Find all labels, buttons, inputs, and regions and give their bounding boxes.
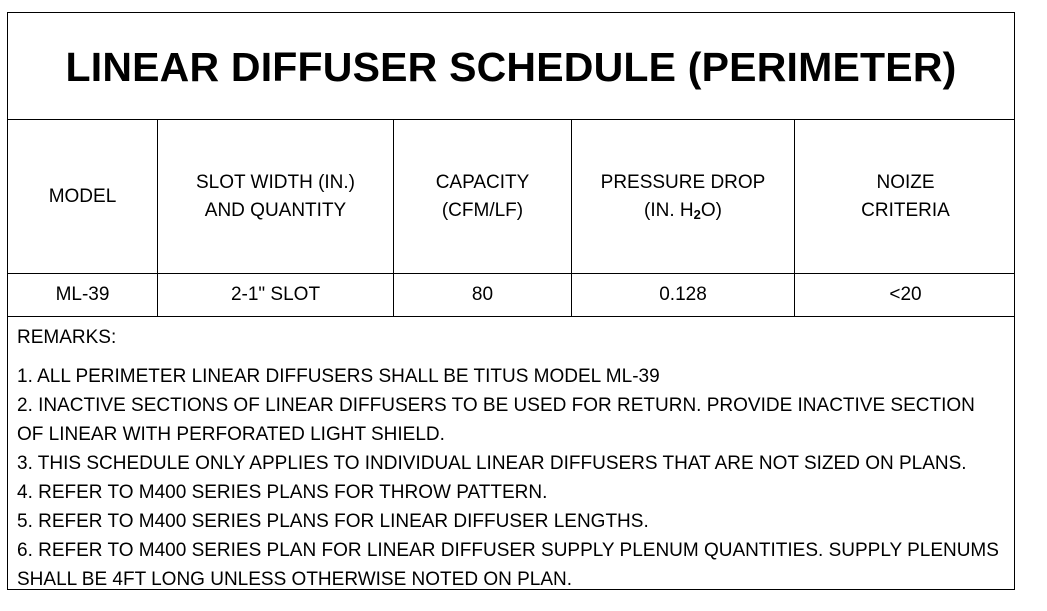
- header-pressure-pre: (IN. H: [644, 199, 694, 221]
- header-noise-line1: NOIZE: [876, 171, 935, 193]
- remark-line: 5. REFER TO M400 SERIES PLANS FOR LINEAR…: [17, 511, 649, 532]
- remark-line: 2. INACTIVE SECTIONS OF LINEAR DIFFUSERS…: [17, 395, 975, 416]
- cell-slot: 2-1" SLOT: [157, 274, 393, 316]
- remark-line: 3. THIS SCHEDULE ONLY APPLIES TO INDIVID…: [17, 453, 967, 474]
- header-capacity-line2: (CFM/LF): [441, 199, 524, 221]
- remark-line: 6. REFER TO M400 SERIES PLAN FOR LINEAR …: [17, 540, 999, 561]
- header-noise-criteria: NOIZE CRITERIA: [794, 120, 1016, 273]
- header-slot-line1: SLOT WIDTH (IN.): [195, 171, 356, 193]
- remark-line: 1. ALL PERIMETER LINEAR DIFFUSERS SHALL …: [17, 366, 660, 387]
- cell-model: ML-39: [55, 284, 110, 305]
- header-slot-line2: AND QUANTITY: [204, 199, 347, 221]
- remark-line: OF LINEAR WITH PERFORATED LIGHT SHIELD.: [17, 424, 445, 445]
- remarks-section: REMARKS: 1. ALL PERIMETER LINEAR DIFFUSE…: [8, 317, 1014, 594]
- header-slot-width: SLOT WIDTH (IN.) AND QUANTITY: [157, 120, 393, 273]
- cell-pressure: 0.128: [571, 274, 794, 316]
- cell-capacity: 80: [393, 274, 571, 316]
- header-pressure-line1: PRESSURE DROP: [600, 171, 766, 193]
- header-model: MODEL: [8, 120, 157, 273]
- header-capacity-line1: CAPACITY: [435, 171, 530, 193]
- schedule-table: LINEAR DIFFUSER SCHEDULE (PERIMETER) MOD…: [7, 12, 1015, 590]
- header-capacity: CAPACITY (CFM/LF): [393, 120, 571, 273]
- table-row: ML-39 2-1" SLOT 80 0.128 <20: [8, 274, 1014, 317]
- header-pressure-line2: (IN. H2O): [644, 197, 722, 225]
- header-model-label: MODEL: [48, 185, 117, 207]
- header-row: MODEL SLOT WIDTH (IN.) AND QUANTITY CAPA…: [8, 120, 1014, 274]
- remark-line: 4. REFER TO M400 SERIES PLANS FOR THROW …: [17, 482, 548, 503]
- schedule-title: LINEAR DIFFUSER SCHEDULE (PERIMETER): [8, 13, 1014, 120]
- remark-line: SHALL BE 4FT LONG UNLESS OTHERWISE NOTED…: [17, 569, 573, 590]
- header-pressure-post: O): [700, 199, 722, 221]
- remarks-title: REMARKS:: [17, 327, 117, 348]
- header-pressure-sub: 2: [693, 206, 701, 222]
- header-noise-line2: CRITERIA: [861, 199, 950, 221]
- cell-noise: <20: [794, 274, 1016, 316]
- header-pressure-drop: PRESSURE DROP (IN. H2O): [571, 120, 794, 273]
